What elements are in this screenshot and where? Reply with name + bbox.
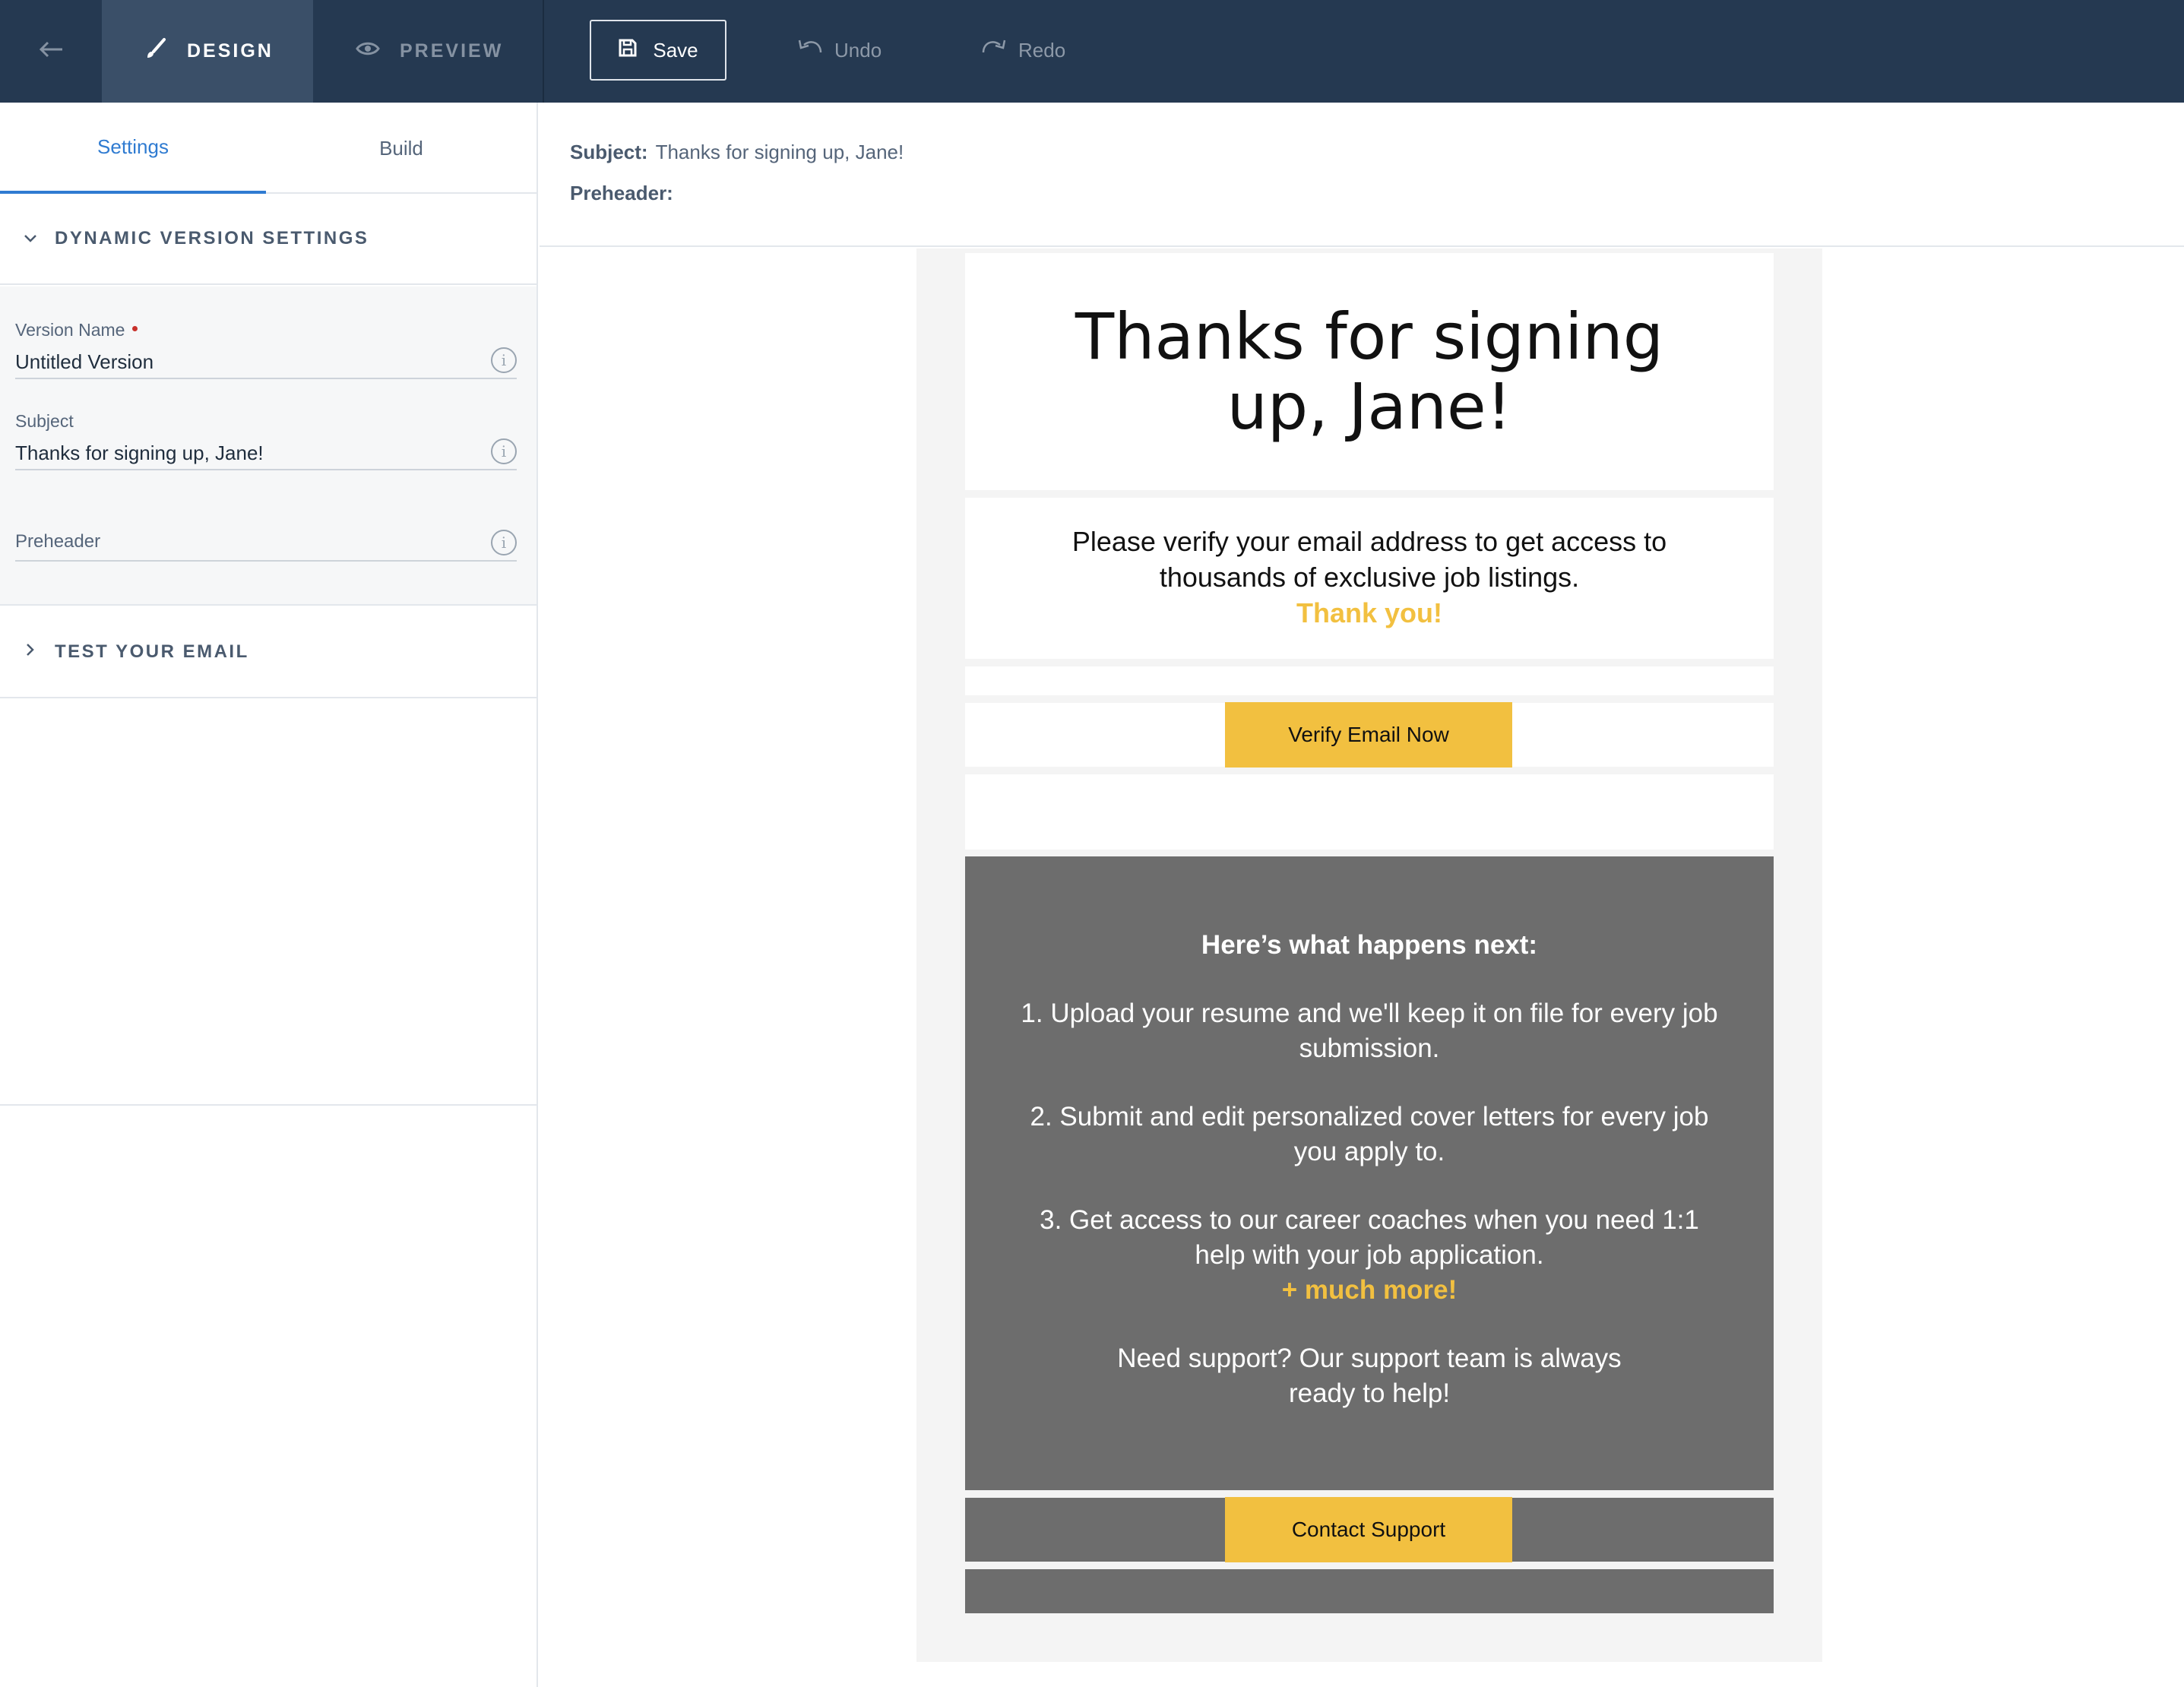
contact-support-button[interactable]: Contact Support xyxy=(1225,1497,1512,1562)
meta-subject: Subject: Thanks for signing up, Jane! xyxy=(570,141,904,163)
info-icon[interactable]: i xyxy=(491,347,517,373)
next-steps-heading: Here’s what happens next: xyxy=(1201,930,1538,960)
spacer-block[interactable] xyxy=(965,774,1774,850)
design-tab[interactable]: DESIGN xyxy=(102,0,313,103)
chevron-down-icon xyxy=(23,228,38,249)
tab-build[interactable]: Build xyxy=(266,103,537,194)
email-meta-header: Subject: Thanks for signing up, Jane! Pre… xyxy=(540,103,2184,247)
section-title: DYNAMIC VERSION SETTINGS xyxy=(55,228,369,248)
email-title: Thanks for signing up, Jane! xyxy=(1075,299,1664,444)
sidebar-divider xyxy=(0,1104,537,1106)
meta-subject-value: Thanks for signing up, Jane! xyxy=(655,141,904,163)
meta-preheader: Preheader: xyxy=(570,182,673,204)
save-button-label: Save xyxy=(653,38,698,62)
info-icon[interactable]: i xyxy=(491,438,517,464)
preview-tab-label: PREVIEW xyxy=(400,40,504,62)
subject-value[interactable]: Thanks for signing up, Jane! xyxy=(15,442,264,465)
footer-block[interactable] xyxy=(965,1569,1774,1613)
intro-line-2: thousands of exclusive job listings. xyxy=(1159,562,1580,593)
dynamic-version-settings-toggle[interactable]: DYNAMIC VERSION SETTINGS xyxy=(0,194,537,285)
floppy-disk-icon xyxy=(618,38,638,63)
chevron-right-icon xyxy=(23,641,38,663)
preheader-label: Preheader xyxy=(15,531,101,552)
arrow-left-icon xyxy=(38,40,64,62)
undo-button[interactable]: Undo xyxy=(796,20,882,81)
undo-icon xyxy=(796,36,824,65)
preview-tab[interactable]: PREVIEW xyxy=(313,0,543,103)
preheader-field[interactable]: Preheader i xyxy=(15,502,517,562)
step-item: 3. Get access to our career coaches when… xyxy=(1040,1205,1699,1270)
verify-email-button[interactable]: Verify Email Now xyxy=(1225,702,1512,768)
save-button[interactable]: Save xyxy=(590,20,726,81)
test-your-email-toggle[interactable]: TEST YOUR EMAIL xyxy=(0,607,537,698)
tab-settings[interactable]: Settings xyxy=(0,103,266,194)
redo-icon xyxy=(980,36,1008,65)
undo-label: Undo xyxy=(834,38,882,62)
spacer-block[interactable] xyxy=(965,666,1774,695)
brush-icon xyxy=(144,37,167,65)
email-intro-block[interactable]: Please verify your email address to get … xyxy=(965,498,1774,659)
support-text: Need support? Our support team is always… xyxy=(1117,1344,1622,1408)
required-indicator xyxy=(132,326,138,331)
eye-icon xyxy=(356,40,380,62)
redo-button[interactable]: Redo xyxy=(980,20,1065,81)
thank-you-text: Thank you! xyxy=(1296,597,1442,628)
subject-field[interactable]: Subject Thanks for signing up, Jane! i xyxy=(15,411,517,470)
top-toolbar: DESIGN PREVIEW Save Undo Redo xyxy=(0,0,2184,103)
field-label: Subject xyxy=(15,411,74,431)
sidebar-tabs: Settings Build xyxy=(0,103,537,194)
email-title-block[interactable]: Thanks for signing up, Jane! xyxy=(965,253,1774,490)
design-tab-label: DESIGN xyxy=(187,40,274,62)
field-label: Version Name xyxy=(15,320,138,340)
version-name-value[interactable]: Untitled Version xyxy=(15,350,154,374)
settings-sidebar: Settings Build DYNAMIC VERSION SETTINGS … xyxy=(0,103,538,1687)
much-more-text: + much more! xyxy=(1281,1275,1458,1305)
next-steps-block[interactable]: Here’s what happens next: 1. Upload your… xyxy=(965,856,1774,1490)
section-title: TEST YOUR EMAIL xyxy=(55,641,249,662)
intro-line-1: Please verify your email address to get … xyxy=(1071,526,1667,557)
toolbar-divider xyxy=(543,0,544,103)
step-item: 1. Upload your resume and we'll keep it … xyxy=(1021,999,1718,1063)
back-button[interactable] xyxy=(0,0,102,103)
version-name-field[interactable]: Version Name Untitled Version i xyxy=(15,320,517,379)
info-icon[interactable]: i xyxy=(491,530,517,555)
step-item: 2. Submit and edit personalized cover le… xyxy=(1030,1102,1709,1166)
dynamic-version-settings-panel: Version Name Untitled Version i Subject … xyxy=(0,286,537,606)
redo-label: Redo xyxy=(1018,38,1066,62)
